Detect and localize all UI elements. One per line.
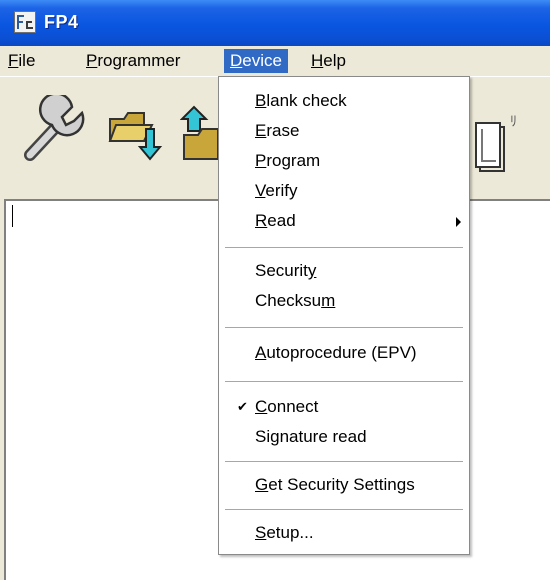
- menu-item-setup[interactable]: Setup...: [219, 519, 469, 547]
- toolbar-overflow-text: ﾘ: [510, 113, 517, 129]
- menu-item-get-security-settings[interactable]: Get Security Settings: [219, 471, 469, 499]
- menu-item-label: Verify: [255, 181, 298, 200]
- menu-device-mnemonic: D: [230, 51, 243, 70]
- menu-item-autoprocedure[interactable]: Autoprocedure (EPV): [219, 339, 469, 367]
- fp4-app-icon[interactable]: [14, 11, 36, 33]
- document-icon[interactable]: [472, 121, 506, 178]
- menu-item-label: Erase: [255, 121, 300, 140]
- menu-item-erase[interactable]: Erase: [219, 117, 469, 145]
- text-caret: [12, 205, 13, 227]
- menu-item-signature-read[interactable]: Signature read: [219, 423, 469, 451]
- menu-item-security[interactable]: Security: [219, 257, 469, 285]
- device-menu-dropdown: Blank check Erase Program Verify Read Se…: [218, 76, 470, 555]
- menu-help-rest: elp: [323, 51, 346, 70]
- menu-item-label: Autoprocedure (EPV): [255, 343, 417, 362]
- menu-item-connect[interactable]: ✔ Connect: [219, 393, 469, 421]
- menu-item-label: Signature read: [255, 427, 367, 446]
- menu-item-program[interactable]: Program: [219, 147, 469, 175]
- open-folder-icon[interactable]: [106, 105, 166, 168]
- menu-separator: [225, 381, 463, 382]
- menu-item-verify[interactable]: Verify: [219, 177, 469, 205]
- menu-separator: [225, 247, 463, 248]
- menu-programmer[interactable]: Programmer: [80, 49, 186, 73]
- menu-bar: File Programmer Device Help: [0, 46, 550, 77]
- menu-file[interactable]: File: [2, 49, 41, 73]
- menu-help-mnemonic: H: [311, 51, 324, 70]
- menu-separator: [225, 461, 463, 462]
- folder-upload-icon[interactable]: [179, 105, 220, 168]
- menu-item-label: Setup...: [255, 523, 314, 542]
- menu-item-label: Blank check: [255, 91, 347, 110]
- menu-item-blank-check[interactable]: Blank check: [219, 87, 469, 115]
- menu-item-label: Read: [255, 211, 296, 230]
- menu-programmer-rest: rogrammer: [97, 51, 181, 70]
- window-title: FP4: [44, 12, 79, 32]
- submenu-arrow-icon: [456, 217, 461, 227]
- menu-item-label: Checksum: [255, 291, 336, 310]
- menu-separator: [225, 509, 463, 510]
- menu-help[interactable]: Help: [305, 49, 352, 73]
- wrench-icon[interactable]: [16, 92, 86, 170]
- menu-programmer-mnemonic: P: [86, 51, 98, 70]
- menu-separator: [225, 327, 463, 328]
- menu-device-rest: evice: [242, 51, 282, 70]
- checkmark-icon: ✔: [237, 399, 248, 414]
- menu-device[interactable]: Device: [224, 49, 288, 73]
- menu-item-label: Connect: [255, 397, 319, 416]
- menu-item-label: Security: [255, 261, 317, 280]
- menu-item-label: Program: [255, 151, 321, 170]
- menu-file-rest: ile: [18, 51, 36, 70]
- menu-item-checksum[interactable]: Checksum: [219, 287, 469, 315]
- menu-item-read[interactable]: Read: [219, 207, 469, 235]
- title-bar: FP4: [0, 0, 550, 46]
- menu-item-label: Get Security Settings: [255, 475, 415, 494]
- menu-file-mnemonic: F: [8, 51, 19, 70]
